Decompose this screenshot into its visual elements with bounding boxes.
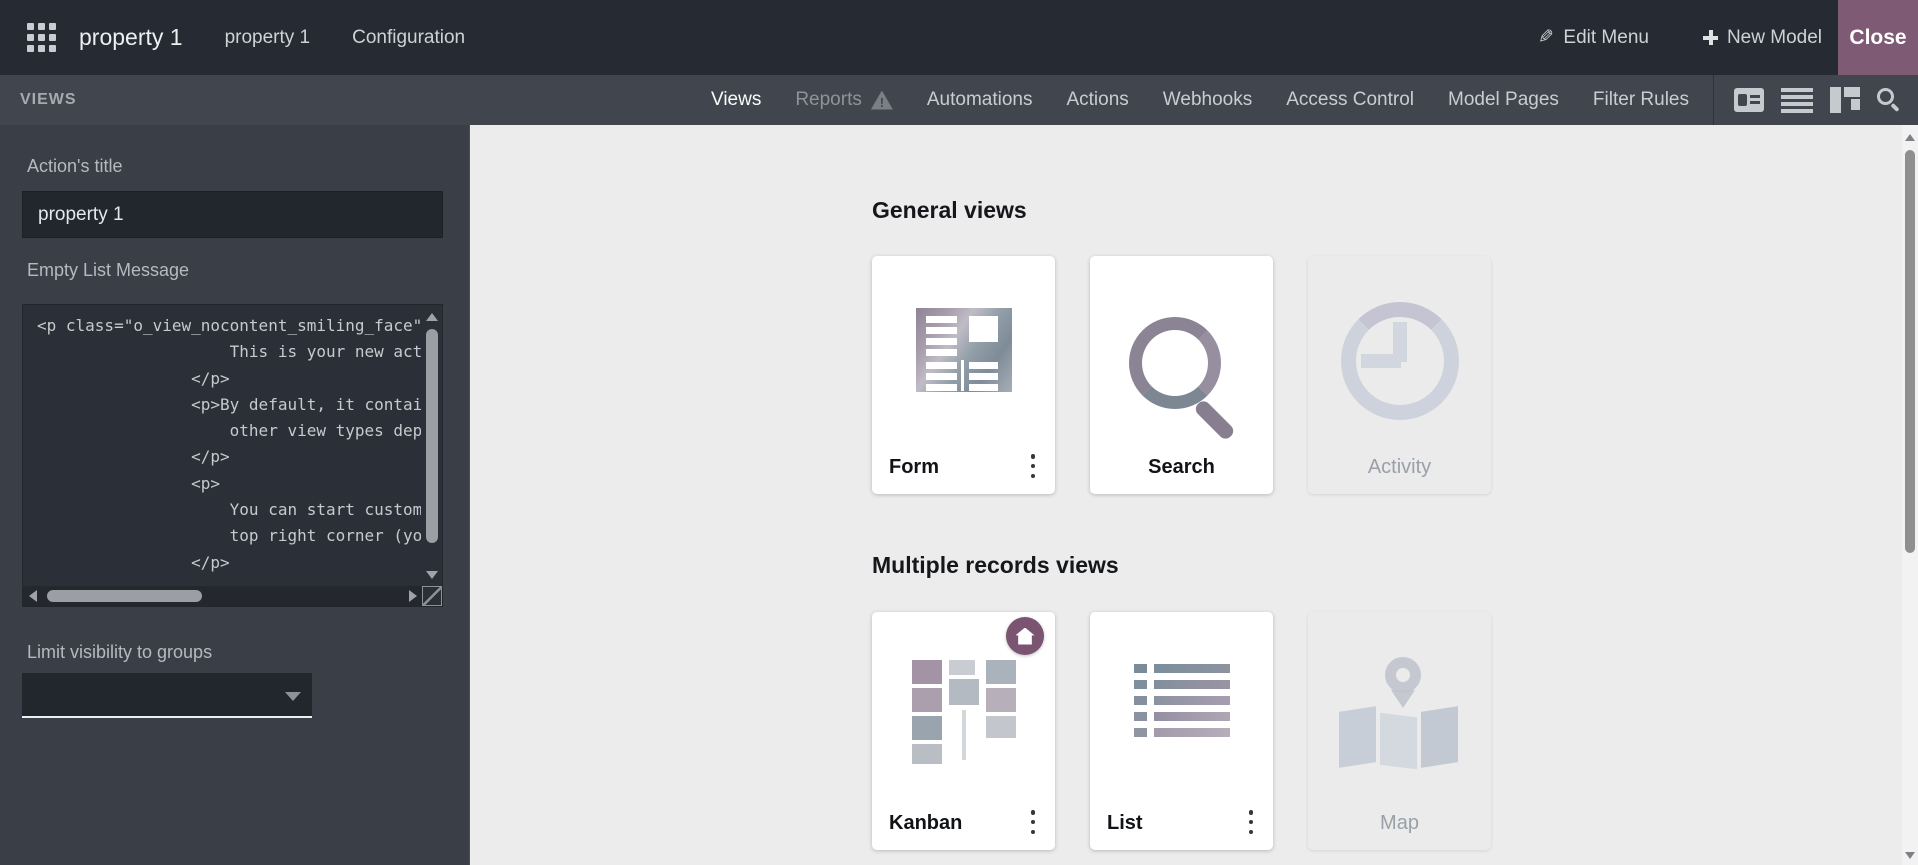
list-view-switcher-icon[interactable]: [1781, 87, 1813, 113]
multiple-records-heading: Multiple records views: [872, 552, 1119, 578]
warning-icon: [870, 90, 893, 110]
view-switcher-group: [1734, 87, 1918, 113]
scroll-up-arrow-icon[interactable]: [1905, 134, 1915, 141]
card-search-label: Search: [1148, 456, 1215, 478]
select-underline: [22, 716, 312, 718]
scroll-up-arrow-icon[interactable]: [426, 313, 438, 321]
activity-view-icon: [1340, 302, 1459, 420]
kebab-menu-icon[interactable]: [1244, 810, 1258, 834]
card-form-label: Form: [889, 456, 939, 478]
tab-access-control[interactable]: Access Control: [1286, 89, 1414, 111]
kanban-view-switcher-icon[interactable]: [1830, 87, 1860, 113]
form-view-icon: [915, 308, 1012, 392]
card-kanban-label: Kanban: [889, 812, 963, 834]
empty-list-message-textarea[interactable]: <p class="o_view_nocontent_smiling_face"…: [22, 304, 443, 607]
map-view-icon: [1338, 657, 1461, 770]
empty-list-message-label: Empty List Message: [27, 260, 190, 280]
studio-toolbar: VIEWS Views Reports Automations Actions …: [0, 75, 1918, 125]
plus-icon: [1702, 30, 1718, 45]
search-view-icon: [1117, 311, 1247, 442]
section-title: VIEWS: [20, 91, 77, 108]
vertical-scrollbar-thumb[interactable]: [426, 329, 438, 543]
home-icon: [1015, 627, 1035, 645]
card-list-label: List: [1107, 812, 1143, 834]
close-button[interactable]: Close: [1838, 0, 1918, 75]
card-activity: Activity: [1308, 256, 1491, 494]
tab-webhooks[interactable]: Webhooks: [1163, 89, 1252, 111]
card-form[interactable]: Form: [872, 256, 1055, 494]
scroll-right-arrow-icon[interactable]: [409, 590, 417, 602]
textarea-vertical-scrollbar[interactable]: [422, 305, 442, 587]
toolbar-separator: [1713, 75, 1714, 125]
pencil-icon: ✎: [1538, 27, 1555, 48]
card-map: Map: [1308, 612, 1491, 850]
list-view-icon: [1133, 664, 1230, 739]
help-xml-code[interactable]: <p class="o_view_nocontent_smiling_face"…: [23, 305, 421, 585]
form-view-switcher-icon[interactable]: [1734, 88, 1764, 112]
tab-actions[interactable]: Actions: [1066, 89, 1128, 111]
scroll-left-arrow-icon[interactable]: [29, 590, 37, 602]
new-model-label: New Model: [1726, 26, 1822, 48]
action-editor-sidebar: Action's title Empty List Message <p cla…: [0, 125, 470, 865]
textarea-resize-grip[interactable]: [422, 586, 442, 606]
default-view-home-badge[interactable]: [1006, 617, 1044, 655]
general-views-heading: General views: [872, 197, 1027, 223]
new-model-button[interactable]: New Model: [1702, 26, 1822, 49]
kanban-view-icon: [911, 660, 1016, 766]
limit-visibility-label: Limit visibility to groups: [27, 642, 213, 662]
kebab-menu-icon[interactable]: [1026, 810, 1040, 834]
card-search[interactable]: Search: [1090, 256, 1273, 494]
chevron-down-icon: [285, 692, 301, 701]
horizontal-scrollbar-thumb[interactable]: [47, 590, 202, 602]
card-kanban[interactable]: Kanban: [872, 612, 1055, 850]
tab-model-pages[interactable]: Model Pages: [1448, 89, 1559, 111]
scroll-down-arrow-icon[interactable]: [1905, 852, 1915, 859]
main-scrollbar-thumb[interactable]: [1905, 150, 1915, 553]
card-map-label: Map: [1380, 812, 1419, 834]
topbar-actions: ✎ Edit Menu New Model Close: [1538, 0, 1918, 75]
tab-reports-label: Reports: [795, 89, 862, 110]
action-title-label: Action's title: [27, 156, 123, 176]
tab-filter-rules[interactable]: Filter Rules: [1593, 89, 1689, 111]
apps-grid-icon[interactable]: [27, 23, 56, 52]
edit-menu-label: Edit Menu: [1563, 26, 1649, 48]
scroll-down-arrow-icon[interactable]: [426, 571, 438, 579]
search-icon[interactable]: [1877, 88, 1901, 113]
menu-configuration[interactable]: Configuration: [352, 27, 465, 49]
textarea-horizontal-scrollbar[interactable]: [23, 586, 423, 606]
tab-views[interactable]: Views: [711, 89, 761, 111]
kebab-menu-icon[interactable]: [1026, 454, 1040, 478]
groups-select[interactable]: [22, 673, 312, 718]
views-panel: General views Form Search Activity Multi…: [470, 125, 1918, 865]
edit-menu-button[interactable]: ✎ Edit Menu: [1538, 26, 1648, 49]
card-list[interactable]: List: [1090, 612, 1273, 850]
action-title-input[interactable]: [22, 191, 443, 238]
tab-reports[interactable]: Reports: [795, 89, 893, 111]
top-navbar: property 1 property 1 Configuration ✎ Ed…: [0, 0, 1918, 75]
studio-tabs: Views Reports Automations Actions Webhoo…: [711, 89, 1689, 111]
odoo-studio-window: property 1 property 1 Configuration ✎ Ed…: [0, 0, 1918, 865]
app-menu-property1[interactable]: property 1: [79, 24, 183, 51]
card-activity-label: Activity: [1367, 456, 1432, 478]
main-vertical-scrollbar[interactable]: [1902, 125, 1918, 865]
tab-automations[interactable]: Automations: [927, 89, 1033, 111]
menu-property1[interactable]: property 1: [225, 27, 311, 49]
